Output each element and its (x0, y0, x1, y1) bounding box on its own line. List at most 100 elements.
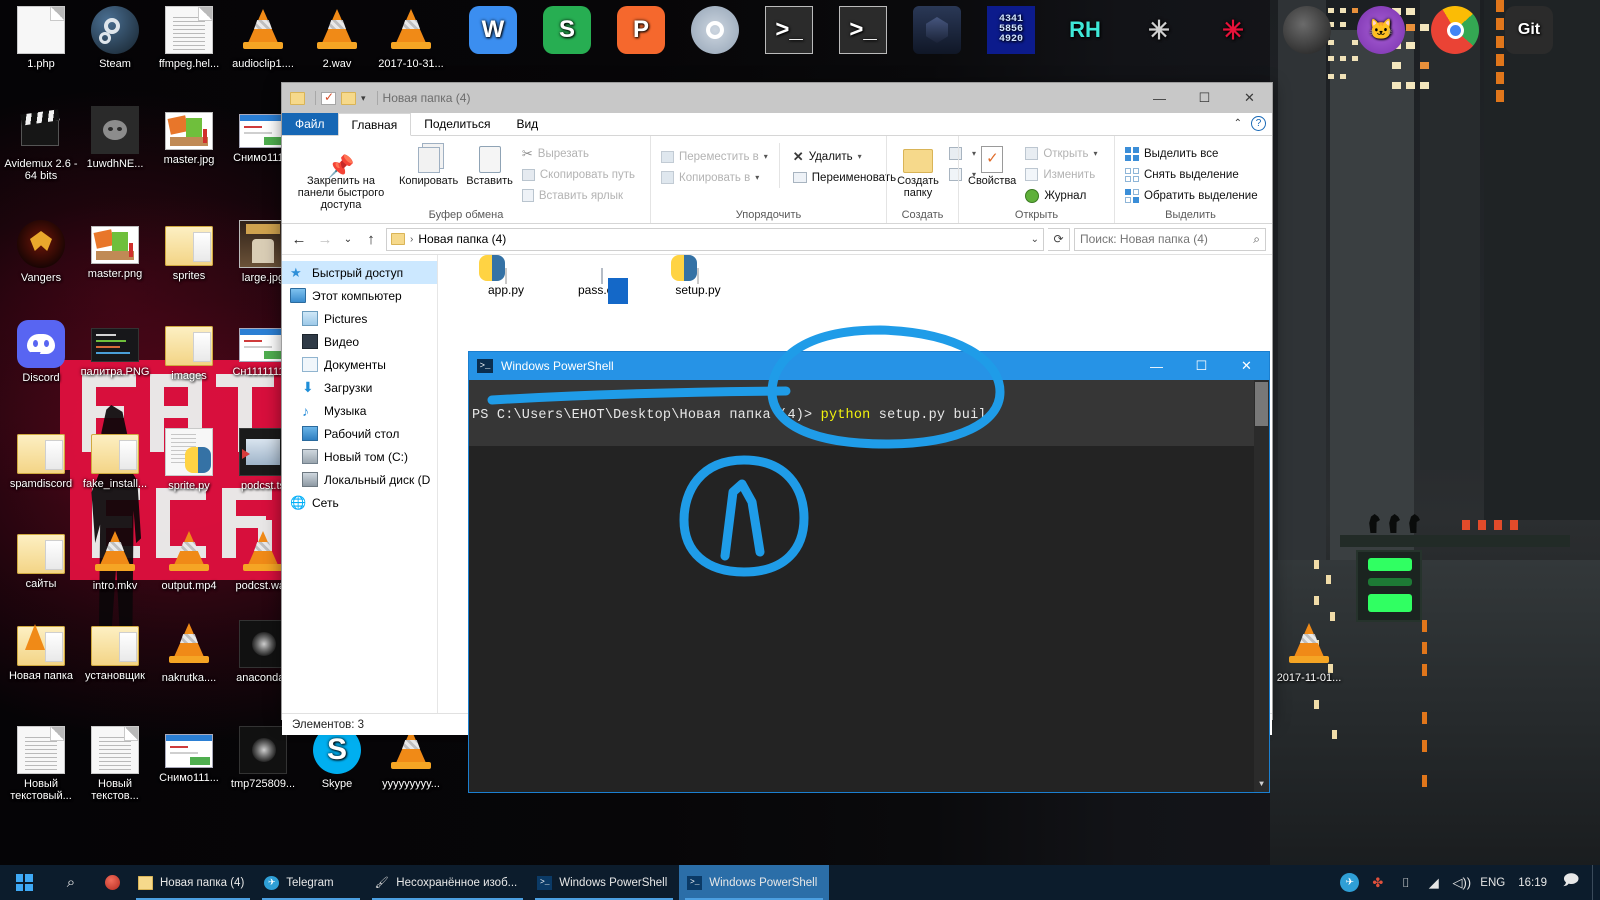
desktop-icon[interactable]: 2017-11-01... (1272, 620, 1346, 684)
up-button[interactable]: ↑ (360, 228, 382, 250)
ribbon-button-paste-shortcut[interactable]: Вставить ярлык (517, 185, 640, 206)
ribbon-button-copy[interactable]: Копировать (395, 140, 462, 190)
start-button[interactable] (0, 865, 48, 900)
nav-item-music[interactable]: ♪ Музыка (282, 399, 437, 422)
desktop-icon[interactable]: 2.wav (300, 6, 374, 70)
desktop-icon[interactable]: ffmpeg.hel... (152, 6, 226, 70)
show-desktop-button[interactable] (1592, 865, 1600, 900)
ribbon-button-copy-to[interactable]: Копировать в ▾ (656, 167, 773, 188)
ribbon-tab-0[interactable]: Файл (282, 113, 338, 135)
nav-item-pictures[interactable]: Pictures (282, 307, 437, 330)
explorer-address-bar[interactable]: ← → ⌄ ↑ › Новая папка (4) ⌄ ⟳ ⌕ (282, 224, 1272, 254)
desktop-icon[interactable]: output.mp4 (152, 528, 226, 592)
taskbar-task[interactable]: >_ Windows PowerShell (679, 865, 830, 900)
desktop-icon[interactable]: S (530, 6, 604, 58)
powershell-window-controls[interactable]: — ☐ ✕ (1134, 352, 1269, 380)
close-button[interactable]: ✕ (1227, 83, 1272, 113)
usb-eject-icon[interactable]: ⌷ (1396, 873, 1415, 892)
chevron-down-icon[interactable]: ⌄ (1031, 234, 1039, 245)
ribbon-tab-3[interactable]: Вид (503, 113, 551, 135)
desktop-icon[interactable]: master.png (78, 220, 152, 280)
taskbar-task[interactable]: Новая папка (4) (130, 865, 256, 900)
minimize-button[interactable]: — (1134, 352, 1179, 380)
language-indicator[interactable]: ENG (1480, 877, 1505, 889)
chevron-down-icon[interactable]: ▾ (858, 152, 862, 161)
chevron-up-icon[interactable]: ⌃ (1234, 118, 1242, 129)
ribbon-tab-1[interactable]: Главная (337, 113, 412, 136)
powershell-title-bar[interactable]: >_ Windows PowerShell — ☐ ✕ (469, 352, 1269, 380)
taskbar-search-button[interactable]: ⌕ (48, 865, 94, 900)
nav-item-desktop[interactable]: Рабочий стол (282, 422, 437, 445)
powershell-window[interactable]: >_ Windows PowerShell — ☐ ✕ PS C:\Users\… (468, 351, 1270, 793)
scrollbar-thumb[interactable] (1255, 382, 1268, 426)
desktop-icon[interactable]: >_ (826, 6, 900, 58)
nav-item-network[interactable]: 🌐 Сеть (282, 491, 437, 514)
taskbar-task[interactable]: ✈ Telegram (256, 865, 366, 900)
desktop-icon[interactable]: master.jpg (152, 106, 226, 166)
desktop-icon[interactable]: 1.php (4, 6, 78, 70)
desktop-icon[interactable]: P (604, 6, 678, 58)
red-app-tray-icon[interactable]: ✤ (1368, 873, 1387, 892)
ribbon-button-select-all[interactable]: Выделить все (1120, 143, 1263, 164)
desktop-icon[interactable]: yyyyyyyyy... (374, 726, 448, 790)
desktop-icon[interactable]: 2017-10-31... (374, 6, 448, 70)
desktop-icon[interactable]: ✳ (1196, 6, 1270, 58)
desktop-icon[interactable]: fake_install... (78, 428, 152, 490)
maximize-button[interactable]: ☐ (1182, 83, 1227, 113)
desktop-icon[interactable]: RH (1048, 6, 1122, 58)
ribbon-button-properties[interactable]: ✓ Свойства (964, 140, 1020, 190)
wifi-icon[interactable]: ◢ (1424, 873, 1443, 892)
desktop-icon[interactable]: nakrutka.... (152, 620, 226, 684)
taskbar-task-list[interactable]: Новая папка (4) ✈ Telegram 🖌 Несохранённое и… (130, 865, 830, 900)
chevron-down-icon[interactable]: ▾ (755, 173, 759, 182)
refresh-button[interactable]: ⟳ (1048, 227, 1070, 251)
ribbon-button-move-to[interactable]: Переместить в ▾ (656, 146, 773, 167)
search-input[interactable] (1080, 232, 1240, 246)
nav-item-downloads[interactable]: ⬇ Загрузки (282, 376, 437, 399)
desktop-icon[interactable]: spamdiscord (4, 428, 78, 490)
ribbon-button-rename[interactable]: Переименовать (788, 167, 901, 188)
taskbar-task[interactable]: 🖌 Несохранённое изоб... (366, 865, 529, 900)
ribbon-button-paste[interactable]: Вставить (462, 140, 517, 190)
desktop-icon[interactable]: sprites (152, 220, 226, 282)
desktop-icon[interactable]: sprite.py (152, 428, 226, 492)
desktop-icon[interactable] (900, 6, 974, 58)
nav-item-videos[interactable]: Видео (282, 330, 437, 353)
ribbon-button-pin[interactable]: 📌 Закрепить на панели быстрого доступа (287, 140, 395, 214)
desktop-icon[interactable]: Avidemux 2.6 - 64 bits (4, 106, 78, 182)
desktop-icon[interactable]: Новый текстов... (78, 726, 152, 802)
nav-item-star-pin[interactable]: ★ Быстрый доступ (282, 261, 437, 284)
nav-item-documents[interactable]: Документы (282, 353, 437, 376)
ribbon-button-invert-selection[interactable]: Обратить выделение (1120, 185, 1263, 206)
desktop-icon[interactable]: сайты (4, 528, 78, 590)
nav-item-drive-system[interactable]: Новый том (C:) (282, 445, 437, 468)
file-item[interactable]: setup.py (654, 255, 742, 297)
desktop-icon[interactable]: W (456, 6, 530, 58)
notification-icon[interactable]: 🗩 (1560, 865, 1582, 900)
nav-item-drive[interactable]: Локальный диск (D (282, 468, 437, 491)
desktop-icon[interactable]: tmp725809... (226, 726, 300, 790)
desktop-icon[interactable]: audioclip1.... (226, 6, 300, 70)
telegram-tray-icon[interactable]: ✈ (1340, 873, 1360, 892)
ribbon-button-edit[interactable]: Изменить (1020, 164, 1102, 185)
desktop-icon[interactable]: Новая папка (4, 620, 78, 682)
desktop-icon[interactable]: Git (1492, 6, 1566, 58)
cortana-button[interactable] (94, 865, 130, 900)
minimize-button[interactable]: — (1137, 83, 1182, 113)
explorer-ribbon[interactable]: 📌 Закрепить на панели быстрого доступа Коп… (282, 136, 1272, 224)
ribbon-button-new-folder[interactable]: Создать папку (892, 140, 944, 202)
desktop-icon[interactable]: >_ (752, 6, 826, 58)
recent-locations-button[interactable]: ⌄ (340, 228, 356, 250)
ribbon-button-copy-path[interactable]: Скопировать путь (517, 164, 640, 185)
desktop-icon[interactable] (1418, 6, 1492, 58)
desktop-icon[interactable]: images (152, 320, 226, 382)
ribbon-button-select-none[interactable]: Снять выделение (1120, 164, 1263, 185)
navigation-pane[interactable]: ★ Быстрый доступ Этот компьютер Pictures Вид… (282, 255, 438, 713)
breadcrumb[interactable]: › Новая папка (4) ⌄ (386, 227, 1044, 251)
desktop-icon[interactable]: Новый текстовый... (4, 726, 78, 802)
desktop-icon[interactable]: 1uwdhNE... (78, 106, 152, 170)
help-icon[interactable]: ? (1251, 116, 1266, 131)
ribbon-tab-actions[interactable]: ⌃ ? (1234, 116, 1266, 131)
console-scrollbar[interactable]: ▲ ▼ (1254, 380, 1269, 792)
forward-button[interactable]: → (314, 228, 336, 250)
